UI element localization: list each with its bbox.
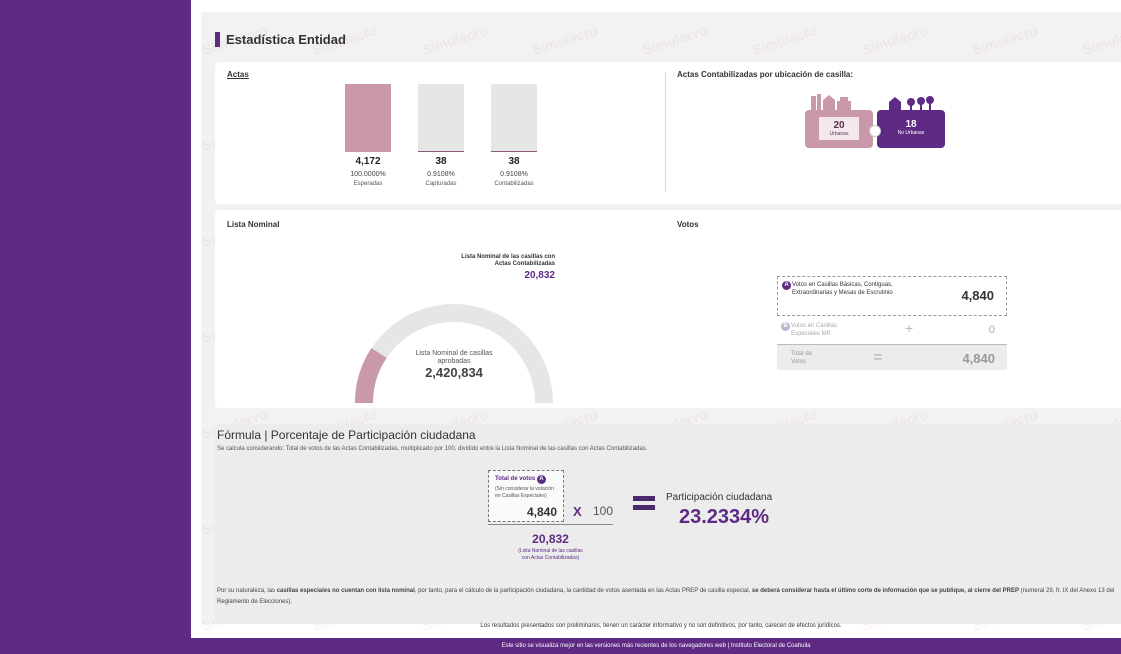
disclaimer: Los resultados presentados son prelimina…: [480, 623, 842, 629]
plus-operator: +: [905, 320, 914, 336]
acta-number: 38: [435, 156, 447, 167]
votos-label: Votos: [677, 220, 699, 229]
acta-bar-fill: [418, 151, 464, 152]
total-votos-note: (Sin considerar la votación en Casillas …: [495, 486, 554, 499]
big-equals-icon: [633, 496, 655, 514]
acta-label: Esperadas: [353, 181, 383, 187]
ubicacion-label: Actas Contabilizadas por ubicación de ca…: [677, 70, 854, 79]
acta-bar-fill: [345, 84, 391, 152]
badge-a-icon: A: [782, 281, 791, 290]
ln-contabilizadas-title: Lista Nominal de las casillas con Actas …: [461, 254, 555, 267]
lista-votos-card: Lista Nominal Votos Lista Nominal de las…: [215, 210, 1121, 408]
formula-card: Fórmula | Porcentaje de Participación ci…: [215, 424, 1121, 624]
ubicacion-graphic: 20 Urbanas 18 No Urbanas: [805, 92, 945, 148]
formula-description: Se calcula considerando: Total de votos …: [217, 446, 648, 452]
watermark-text: Simulacro: [530, 21, 600, 59]
formula-title: Fórmula | Porcentaje de Participación ci…: [217, 428, 476, 442]
acta-column-contabilizadas: 38 0.9108% Contabilizadas: [491, 84, 537, 212]
watermark-text: Simulacro: [860, 21, 930, 59]
acta-percent: 100.0000%: [350, 171, 386, 178]
urbanas-number: 20: [833, 120, 845, 131]
urbanas-box: 20 Urbanas: [805, 110, 873, 148]
left-band: [0, 0, 191, 654]
watermark-text: Simulacro: [640, 21, 710, 59]
acta-bar-fill: [491, 151, 537, 152]
total-votos-label: Total de votos: [495, 476, 536, 482]
urbanas-label: Urbanas: [829, 131, 849, 137]
actas-card: Actas 4,172 100.0000% Esperadas 38 0.910…: [215, 62, 1121, 204]
note-bold-2: se deberá considerar hasta el último cor…: [751, 588, 1019, 594]
votos-total-row: Total de Votos = 4,840: [777, 344, 1007, 370]
actas-divider: [665, 72, 666, 192]
acta-label: Capturadas: [425, 181, 457, 187]
note-part-1: Por su naturaleza, las: [217, 588, 277, 594]
actas-label: Actas: [227, 70, 249, 79]
acta-bar-track: [491, 84, 537, 152]
acta-bar-area: [345, 84, 391, 152]
fraction-line: [488, 524, 613, 525]
total-votos-box: Total de votos A (Sin considerar la vota…: [488, 470, 564, 522]
urbanas-inner: 20 Urbanas: [819, 117, 859, 140]
hundred-value: 100: [593, 504, 614, 518]
equals-bar-bottom: [633, 505, 655, 510]
gauge-title: Lista Nominal de casillas aprobadas: [415, 350, 493, 365]
divisor-note: (Lista Nominal de las casillas con Actas…: [518, 548, 583, 561]
no-urbanas-box: 18 No Urbanas: [877, 110, 945, 148]
votos-especiales-label: Votos en Casillas Especiales MR: [791, 323, 838, 337]
result-label: Participación ciudadana: [666, 492, 773, 503]
badge-a-icon: A: [536, 475, 546, 484]
acta-column-capturadas: 38 0.9108% Capturadas: [418, 84, 464, 212]
gauge-value: 2,420,834: [425, 365, 483, 380]
watermark-text: Simulacro: [420, 21, 490, 59]
content-area: Simulacro Simulacro Simulacro Simulacro Simu…: [200, 12, 1121, 634]
equals-operator: =: [873, 349, 883, 366]
acta-number: 38: [508, 156, 520, 167]
rural-icon: [889, 96, 934, 110]
votos-total-value: 4,840: [962, 351, 995, 366]
total-votos-heading: Total de votos A: [495, 475, 546, 484]
acta-number: 4,172: [355, 156, 381, 167]
watermark-text: Simulacro: [750, 21, 820, 59]
formula-note: Por su naturaleza, las casillas especial…: [217, 586, 1117, 608]
divisor-value: 20,832: [532, 532, 569, 546]
acta-percent: 0.9108%: [500, 171, 528, 178]
city-icon: [811, 94, 851, 110]
votos-basicas-label: Votos en Casillas Básicas, Contiguas, Ex…: [792, 282, 893, 296]
note-bold-1: casillas especiales no cuentan con lista…: [276, 588, 415, 594]
ln-contabilizadas-value: 20,832: [524, 270, 555, 281]
note-part-2: , por tanto, para el cálculo de la parti…: [414, 588, 752, 594]
acta-bar-area: [418, 84, 464, 152]
badge-b-icon: B: [781, 322, 790, 331]
acta-percent: 0.9108%: [427, 171, 455, 178]
watermark-text: Simulacro: [1080, 21, 1121, 59]
total-votos-value: 4,840: [526, 505, 557, 519]
lista-nominal-label: Lista Nominal: [227, 220, 280, 229]
votos-basicas-row: A Votos en Casillas Básicas, Contiguas, …: [777, 276, 1007, 316]
multiply-sign: X: [573, 504, 582, 519]
acta-label: Contabilizadas: [494, 181, 534, 187]
votos-basicas-value: 4,840: [961, 288, 994, 303]
page-title: Estadística Entidad: [215, 32, 346, 47]
result-value: 23.2334%: [679, 506, 770, 528]
page-frame: Simulacro Simulacro Simulacro Simulacro Simu…: [191, 0, 1121, 654]
no-urbanas-label: No Urbanas: [897, 130, 925, 136]
ubicacion-divider-dot: [869, 125, 881, 137]
title-accent-bar: [215, 32, 220, 47]
equals-bar-top: [633, 496, 655, 501]
page-title-text: Estadística Entidad: [226, 32, 346, 47]
gauge-label: Lista Nominal de casillas aprobadas 2,42…: [394, 350, 514, 380]
acta-bar-track: [418, 84, 464, 152]
acta-column-esperadas: 4,172 100.0000% Esperadas: [345, 84, 391, 212]
footer: Este sitio se visualiza mejor en las ver…: [191, 638, 1121, 654]
votos-total-label: Total de Votos: [791, 351, 813, 365]
votos-especiales-value: 0: [988, 324, 995, 336]
votos-especiales-row: B Votos en Casillas Especiales MR + 0: [777, 320, 1007, 342]
no-urbanas-number: 18: [905, 119, 917, 130]
acta-bar-area: [491, 84, 537, 152]
watermark-text: Simulacro: [970, 21, 1040, 59]
